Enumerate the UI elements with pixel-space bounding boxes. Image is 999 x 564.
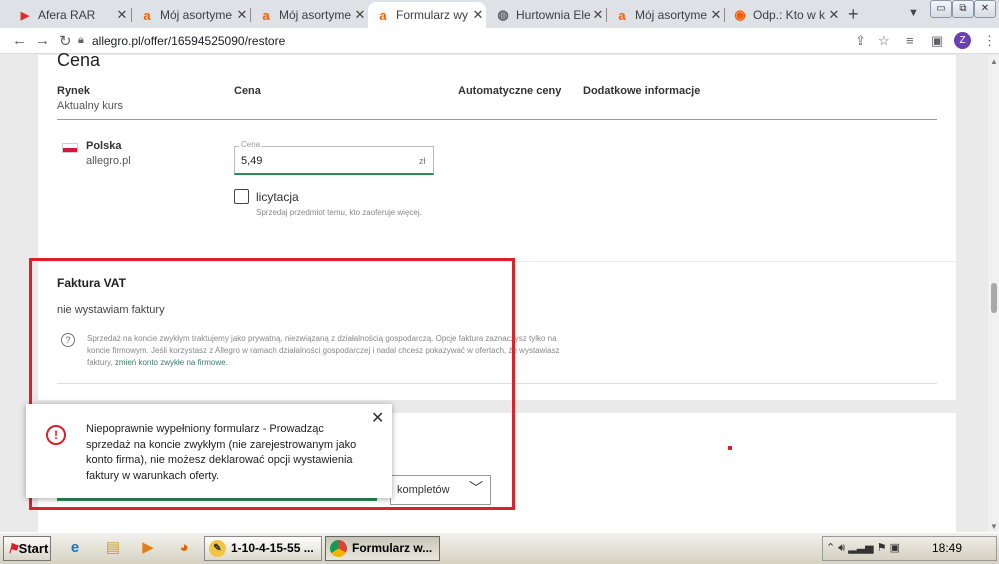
file-manager-icon[interactable]: ▤ (102, 537, 124, 559)
share-icon[interactable]: ⇪ (855, 33, 866, 49)
allegro-icon: a (143, 7, 151, 23)
bookmark-star-icon[interactable]: ☆ (878, 33, 890, 49)
auction-checkbox[interactable] (234, 189, 249, 204)
close-window-button[interactable]: ✕ (974, 0, 996, 18)
close-icon[interactable]: ✕ (470, 7, 486, 23)
auction-help: Sprzedaj przedmiot temu, kto zaoferuje w… (256, 208, 422, 217)
close-icon[interactable]: ✕ (590, 7, 606, 23)
tray-icons[interactable]: ⌃ 🔊︎ ▂▃▅ ⚑ ▣ (826, 541, 900, 555)
scrollbar-thumb[interactable] (991, 283, 997, 313)
tab-5[interactable]: ◍ Hurtownia Ele ✕ (488, 2, 606, 28)
poland-flag-icon (62, 143, 78, 153)
column-header-extra-info: Dodatkowe informacje (583, 85, 701, 97)
taskbar-button-label: Formularz w... (352, 541, 433, 555)
tab-1[interactable]: ▶ Afera RAR ✕ (10, 2, 130, 28)
price-input-legend: Cena (239, 140, 263, 149)
close-icon[interactable]: ✕ (826, 7, 842, 23)
error-message: Niepoprawnie wypełniony formularz - Prow… (86, 423, 357, 482)
url-field[interactable]: allegro.pl/offer/16594525090/restore (92, 34, 285, 48)
price-input[interactable] (234, 146, 434, 175)
auction-label[interactable]: licytacja (256, 190, 299, 204)
reading-list-icon[interactable]: ≡ (906, 33, 914, 48)
tab-4-active[interactable]: a Formularz wy ✕ (368, 2, 486, 28)
start-button[interactable]: ⚑Start (3, 536, 51, 561)
tab-title: Odp.: Kto w k (753, 8, 826, 22)
market-site: allegro.pl (86, 155, 131, 167)
market-country: Polska (86, 140, 122, 152)
close-icon[interactable]: ✕ (114, 7, 130, 23)
tab-7[interactable]: ◉ Odp.: Kto w k ✕ (725, 2, 842, 28)
currency-unit: zł (419, 156, 426, 166)
media-player-icon[interactable]: ▶ (137, 537, 159, 559)
column-header-auto-price: Automatyczne ceny (458, 85, 562, 97)
tab-title: Formularz wy (396, 8, 469, 22)
taskbar-button-label: 1-10-4-15-55 ... (231, 541, 314, 555)
red-marker-dot (728, 446, 732, 450)
minimize-button[interactable]: ▭ (930, 0, 952, 18)
divider (57, 119, 937, 120)
tab-strip: ▶ Afera RAR ✕ a Mój asortyme ✕ a Mój aso… (0, 0, 999, 28)
reload-icon[interactable]: ↻ (59, 32, 72, 50)
allegro-icon: a (262, 7, 270, 23)
allegro-icon: a (618, 7, 626, 23)
chrome-icon (330, 540, 347, 557)
side-panel-icon[interactable]: ▣ (931, 33, 943, 49)
menu-kebab-icon[interactable]: ⋮ (983, 33, 996, 49)
tab-3[interactable]: a Mój asortyme ✕ (251, 2, 368, 28)
tab-title: Afera RAR (38, 8, 96, 22)
scroll-down-icon[interactable]: ▼ (990, 522, 998, 531)
tab-title: Hurtownia Ele (516, 8, 590, 22)
start-label: Start (18, 541, 49, 556)
tab-title: Mój asortyme (279, 8, 352, 22)
tab-title: Mój asortyme (635, 8, 708, 22)
globe-icon: ◍ (497, 7, 509, 22)
new-tab-button[interactable]: + (848, 4, 859, 25)
price-input-value[interactable]: 5,49 (241, 155, 262, 167)
allegro-forum-icon: ◉ (734, 7, 746, 22)
tab-2[interactable]: a Mój asortyme ✕ (132, 2, 250, 28)
market-subtitle: Aktualny kurs (57, 100, 124, 112)
taskbar-button-paint[interactable]: ✎ 1-10-4-15-55 ... (204, 536, 322, 561)
close-icon[interactable]: ✕ (352, 7, 368, 23)
scroll-up-icon[interactable]: ▲ (990, 57, 998, 66)
tab-title: Mój asortyme (160, 8, 233, 22)
allegro-icon: a (379, 7, 387, 23)
close-icon[interactable]: ✕ (708, 7, 724, 23)
taskbar-button-chrome[interactable]: Formularz w... (325, 536, 440, 561)
restore-button[interactable]: ⧉ (952, 0, 974, 18)
column-header-market: Rynek (57, 85, 91, 97)
tab-6[interactable]: a Mój asortyme ✕ (607, 2, 724, 28)
error-icon: ! (46, 425, 66, 445)
internet-explorer-icon[interactable]: e (64, 537, 86, 559)
column-header-price: Cena (234, 85, 261, 97)
close-icon[interactable]: ✕ (371, 408, 384, 428)
forward-arrow-icon[interactable]: → (35, 32, 50, 49)
back-arrow-icon[interactable]: ← (12, 32, 27, 49)
section-title: Cena (57, 50, 101, 70)
firefox-icon[interactable]: ◕ (173, 537, 195, 559)
profile-avatar[interactable]: Z (954, 32, 971, 49)
screen: ▶ Afera RAR ✕ a Mój asortyme ✕ a Mój aso… (0, 0, 999, 564)
paint-icon: ✎ (209, 540, 226, 557)
lock-icon[interactable]: 🔒︎ (78, 34, 84, 47)
address-bar: ← → ↻ 🔒︎ allegro.pl/offer/16594525090/re… (0, 28, 999, 54)
clock[interactable]: 18:49 (932, 541, 962, 555)
close-icon[interactable]: ✕ (234, 7, 250, 23)
windows-flag-icon: ⚑ (7, 541, 19, 556)
youtube-icon: ▶ (20, 9, 30, 22)
tab-search-chevron-icon[interactable]: ▼ (908, 7, 919, 19)
